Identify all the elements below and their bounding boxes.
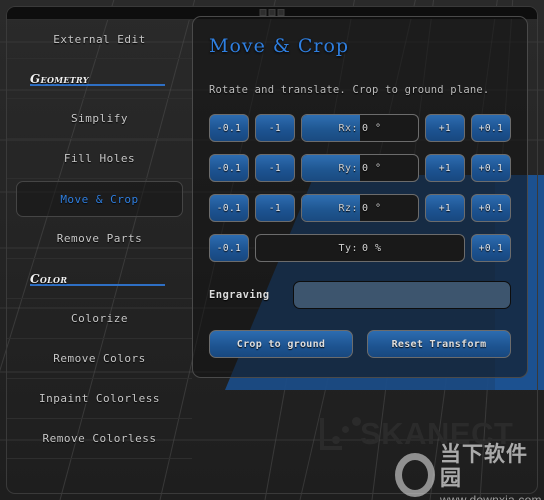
sidebar-item-label: Move & Crop [60, 192, 139, 206]
sidebar-item-label: Colorize [71, 312, 128, 325]
control-row-ry: -0.1 -1 Ry: 0 ° +1 +0.1 [209, 152, 511, 184]
rz-value: 0 ° [362, 202, 382, 214]
transform-controls: -0.1 -1 Rx: 0 ° +1 +0.1 -0.1 -1 Ry: 0 ° +1… [209, 112, 511, 264]
sidebar-section-geometry: Geometry [7, 59, 192, 99]
ty-slider-text: Ty: 0 % [338, 243, 381, 254]
sidebar-item-label: External Edit [53, 32, 146, 46]
sidebar-item-inpaint-colorless[interactable]: Inpaint Colorless [7, 379, 192, 419]
rx-key: Rx: [338, 122, 358, 134]
reset-transform-button[interactable]: Reset Transform [367, 330, 511, 358]
control-row-ty: -0.1 Ty: 0 % +0.1 [209, 232, 511, 264]
rx-minus-point-one-button[interactable]: -0.1 [209, 114, 249, 142]
sidebar-section-label: Geometry [30, 71, 89, 86]
ry-slider-text: Ry: 0 ° [338, 163, 381, 174]
move-and-crop-panel: Move & Crop Rotate and translate. Crop t… [192, 16, 528, 378]
grip-dot [268, 9, 276, 16]
rx-slider-text: Rx: 0 ° [338, 123, 381, 134]
control-row-rz: -0.1 -1 Rz: 0 ° +1 +0.1 [209, 192, 511, 224]
ry-slider[interactable]: Ry: 0 ° [301, 154, 419, 182]
ty-plus-point-one-button[interactable]: +0.1 [471, 234, 511, 262]
panel-title: Move & Crop [209, 35, 350, 57]
engraving-input[interactable] [293, 281, 511, 309]
rz-minus-point-one-button[interactable]: -0.1 [209, 194, 249, 222]
ty-slider[interactable]: Ty: 0 % [255, 234, 465, 262]
grip-dot [277, 9, 285, 16]
ry-minus-one-button[interactable]: -1 [255, 154, 295, 182]
panel-description: Rotate and translate. Crop to ground pla… [209, 84, 490, 96]
ry-value: 0 ° [362, 162, 382, 174]
ry-key: Ry: [338, 162, 358, 174]
crop-to-ground-button[interactable]: Crop to ground [209, 330, 353, 358]
ry-minus-point-one-button[interactable]: -0.1 [209, 154, 249, 182]
sidebar-item-label: Remove Colors [53, 352, 146, 365]
rx-plus-one-button[interactable]: +1 [425, 114, 465, 142]
ty-minus-point-one-button[interactable]: -0.1 [209, 234, 249, 262]
panel-actions: Crop to ground Reset Transform [209, 330, 511, 358]
rx-slider[interactable]: Rx: 0 ° [301, 114, 419, 142]
sidebar-item-remove-colorless[interactable]: Remove Colorless [7, 419, 192, 459]
ty-key: Ty: [338, 242, 358, 254]
sidebar-item-label: Fill Holes [63, 152, 136, 165]
grip-dot [259, 9, 267, 16]
rz-plus-point-one-button[interactable]: +0.1 [471, 194, 511, 222]
sidebar-item-label: Simplify [71, 112, 128, 125]
sidebar-item-label: Inpaint Colorless [38, 392, 161, 405]
rz-key: Rz: [338, 202, 358, 214]
rz-slider[interactable]: Rz: 0 ° [301, 194, 419, 222]
sidebar-item-remove-parts[interactable]: Remove Parts [7, 219, 192, 259]
sidebar-item-fill-holes[interactable]: Fill Holes [7, 139, 192, 179]
engraving-label: Engraving [209, 289, 270, 301]
sidebar-item-label: Remove Colorless [42, 432, 157, 445]
engraving-row: Engraving [209, 278, 511, 312]
sidebar: External Edit Geometry Simplify Fill Hol… [7, 19, 192, 493]
skanect-window: External Edit Geometry Simplify Fill Hol… [0, 0, 544, 500]
sidebar-section-label: Color [30, 271, 68, 286]
sidebar-section-color: Color [7, 259, 192, 299]
drag-handle-dots[interactable] [259, 9, 285, 16]
ry-plus-one-button[interactable]: +1 [425, 154, 465, 182]
sidebar-item-remove-colors[interactable]: Remove Colors [7, 339, 192, 379]
rz-plus-one-button[interactable]: +1 [425, 194, 465, 222]
rz-minus-one-button[interactable]: -1 [255, 194, 295, 222]
rx-value: 0 ° [362, 122, 382, 134]
ty-value: 0 % [362, 242, 382, 254]
sidebar-item-colorize[interactable]: Colorize [7, 299, 192, 339]
rz-slider-text: Rz: 0 ° [338, 203, 381, 214]
sidebar-item-move-and-crop[interactable]: Move & Crop [7, 179, 192, 219]
sidebar-item-label: Remove Parts [56, 232, 143, 245]
rx-plus-point-one-button[interactable]: +0.1 [471, 114, 511, 142]
rx-minus-one-button[interactable]: -1 [255, 114, 295, 142]
control-row-rx: -0.1 -1 Rx: 0 ° +1 +0.1 [209, 112, 511, 144]
sidebar-item-simplify[interactable]: Simplify [7, 99, 192, 139]
sidebar-item-external-edit[interactable]: External Edit [7, 19, 192, 59]
ry-plus-point-one-button[interactable]: +0.1 [471, 154, 511, 182]
